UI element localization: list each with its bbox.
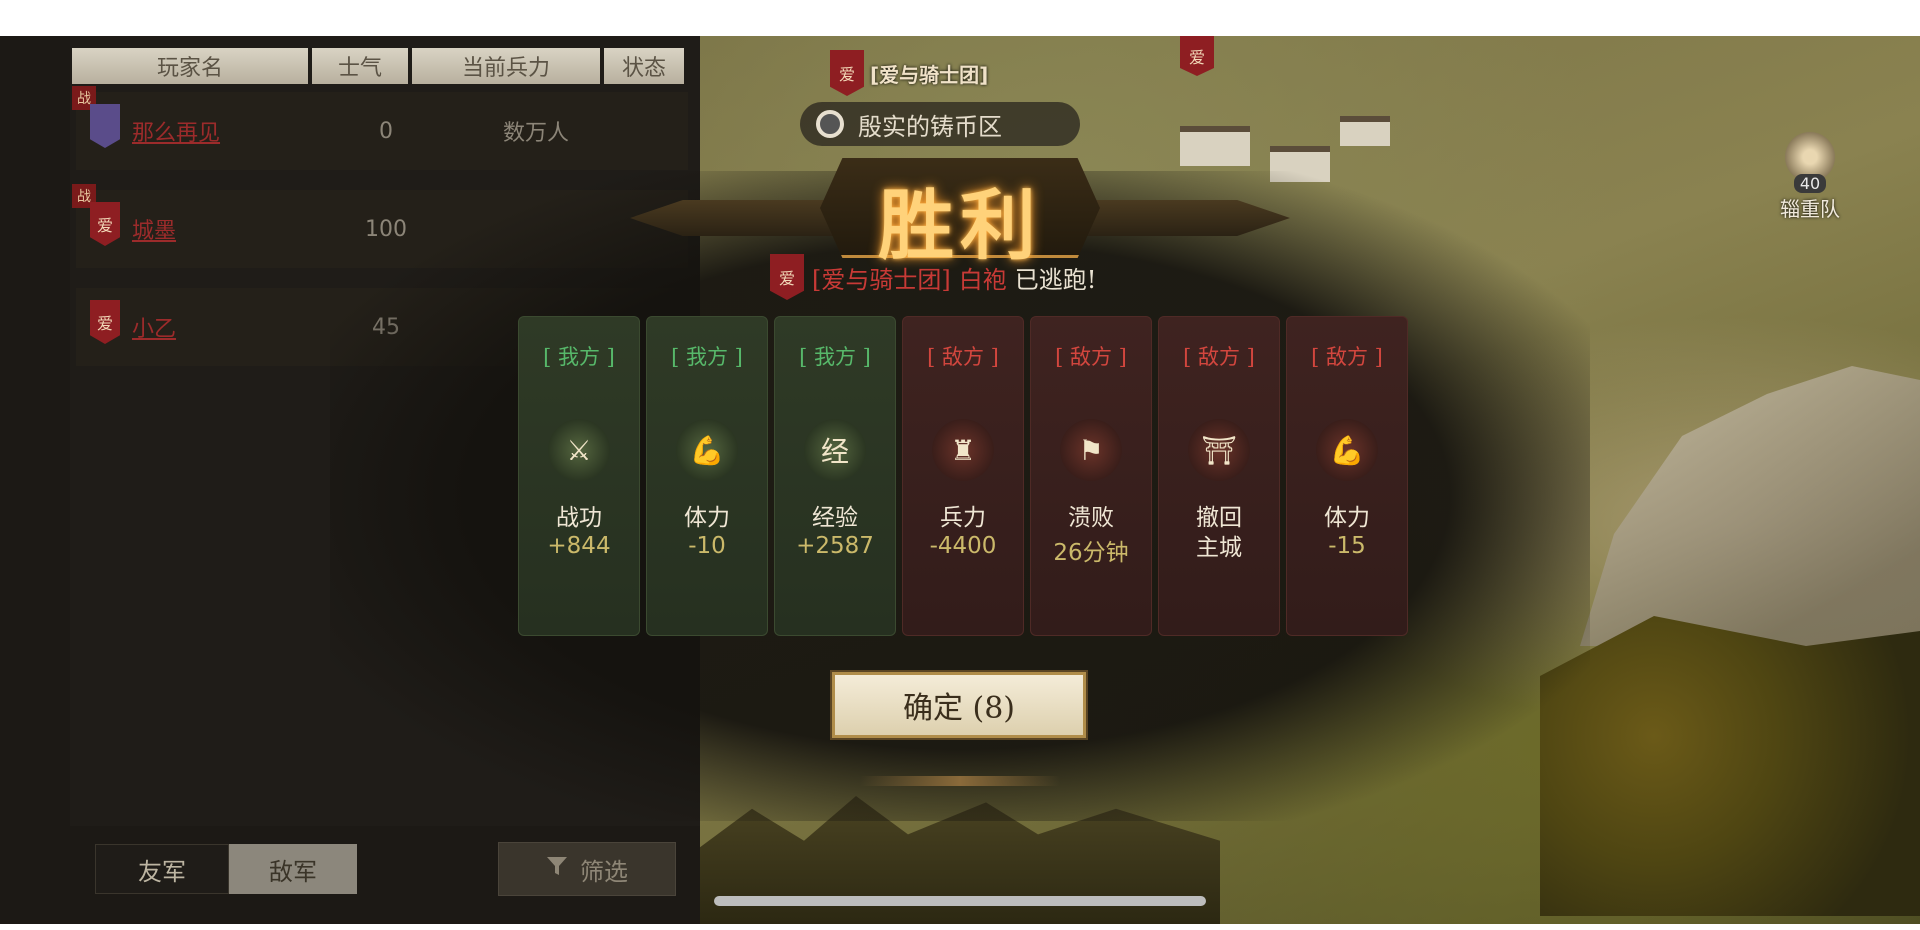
- result-card: [ 我方 ] 经经验 +2587: [774, 316, 896, 636]
- map-flag-icon[interactable]: 爱: [1180, 36, 1214, 76]
- result-card: [ 敌方 ] ⛩ 撤回 主城: [1158, 316, 1280, 636]
- escape-message: 爱 [爱与骑士团] 白袍 已逃跑!: [770, 254, 1096, 300]
- escape-text: 已逃跑!: [1014, 265, 1097, 294]
- stat-label: 兵力: [940, 505, 986, 531]
- map-forest: [1540, 616, 1920, 916]
- stat-label: 战功: [556, 505, 602, 531]
- home-indicator[interactable]: [714, 896, 1206, 906]
- player-name[interactable]: 小乙: [132, 311, 176, 343]
- card-side-label: [ 敌方 ]: [1183, 345, 1255, 369]
- player-name[interactable]: 城墨: [132, 213, 176, 245]
- header-player-name: 玩家名: [72, 48, 308, 84]
- defeat-flag-icon: ⚑: [1060, 419, 1122, 481]
- stat-value: -4400: [929, 533, 997, 559]
- result-card: [ 敌方 ] ⚑ 溃败 26分钟: [1030, 316, 1152, 636]
- stat-value: -10: [688, 533, 726, 559]
- result-cards: [ 我方 ] ⚔ 战功 +844[ 我方 ] 💪 体力 -10[ 我方 ] 经经验 +2587[…: [518, 316, 1408, 636]
- stat-label: 体力: [684, 505, 730, 531]
- card-side-label: [ 敌方 ]: [1055, 345, 1127, 369]
- filter-button[interactable]: 筛选: [498, 842, 676, 896]
- card-side-label: [ 我方 ]: [671, 345, 743, 369]
- player-morale: 0: [379, 118, 393, 144]
- tab-friendly-army[interactable]: 友军: [95, 844, 229, 894]
- player-name[interactable]: 那么再见: [132, 115, 220, 147]
- stat-label: 经验: [812, 505, 858, 531]
- header-status: 状态: [604, 48, 684, 84]
- card-side-label: [ 敌方 ]: [1311, 345, 1383, 369]
- result-card: [ 我方 ] 💪 体力 -10: [646, 316, 768, 636]
- region-name: 殷实的铸币区: [858, 112, 1002, 141]
- escape-alliance: [爱与骑士团]: [812, 265, 951, 294]
- stamina-icon: 💪: [1316, 419, 1378, 481]
- stat-label: 体力: [1324, 505, 1370, 531]
- player-flag-icon: [90, 104, 120, 148]
- supply-level: 40: [1793, 174, 1827, 193]
- alliance-marker[interactable]: 爱 [爱与骑士团]: [830, 50, 988, 96]
- dialog-ornament: [860, 776, 1060, 786]
- supply-team-marker[interactable]: 40 辎重队: [1772, 132, 1848, 222]
- result-card: [ 我方 ] ⚔ 战功 +844: [518, 316, 640, 636]
- tab-enemy-army[interactable]: 敌军: [229, 844, 357, 894]
- stat-value: 26分钟: [1053, 540, 1129, 566]
- troops-icon: ♜: [932, 419, 994, 481]
- escape-player: 白袍: [958, 265, 1007, 294]
- card-side-label: [ 我方 ]: [543, 345, 615, 369]
- city-gate-icon: ⛩: [1188, 419, 1250, 481]
- alliance-flag-icon: 爱: [770, 254, 804, 300]
- card-side-label: [ 我方 ]: [799, 345, 871, 369]
- result-card: [ 敌方 ] ♜ 兵力 -4400: [902, 316, 1024, 636]
- player-flag-icon: 爱: [90, 300, 120, 344]
- filter-icon: [546, 855, 568, 883]
- header-troops: 当前兵力: [412, 48, 600, 84]
- result-card: [ 敌方 ] 💪 体力 -15: [1286, 316, 1408, 636]
- alliance-flag-icon: 爱: [830, 50, 864, 96]
- card-side-label: [ 敌方 ]: [927, 345, 999, 369]
- merit-icon: ⚔: [548, 419, 610, 481]
- filter-label: 筛选: [580, 857, 628, 886]
- stamina-icon: 💪: [676, 419, 738, 481]
- stat-label: 撤回 主城: [1196, 505, 1242, 561]
- supply-label: 辎重队: [1780, 197, 1840, 221]
- mint-icon: [816, 110, 844, 138]
- stat-value: -15: [1328, 533, 1366, 559]
- stat-value: +2587: [796, 533, 874, 559]
- stat-value: +844: [547, 533, 611, 559]
- confirm-button[interactable]: 确定 (8): [832, 672, 1086, 738]
- stat-label: 溃败: [1068, 505, 1114, 531]
- experience-icon: 经: [804, 419, 866, 481]
- player-flag-icon: 爱: [90, 202, 120, 246]
- header-morale: 士气: [312, 48, 408, 84]
- alliance-name: [爱与骑士团]: [870, 62, 989, 87]
- table-header: 玩家名 士气 当前兵力 状态: [72, 48, 684, 84]
